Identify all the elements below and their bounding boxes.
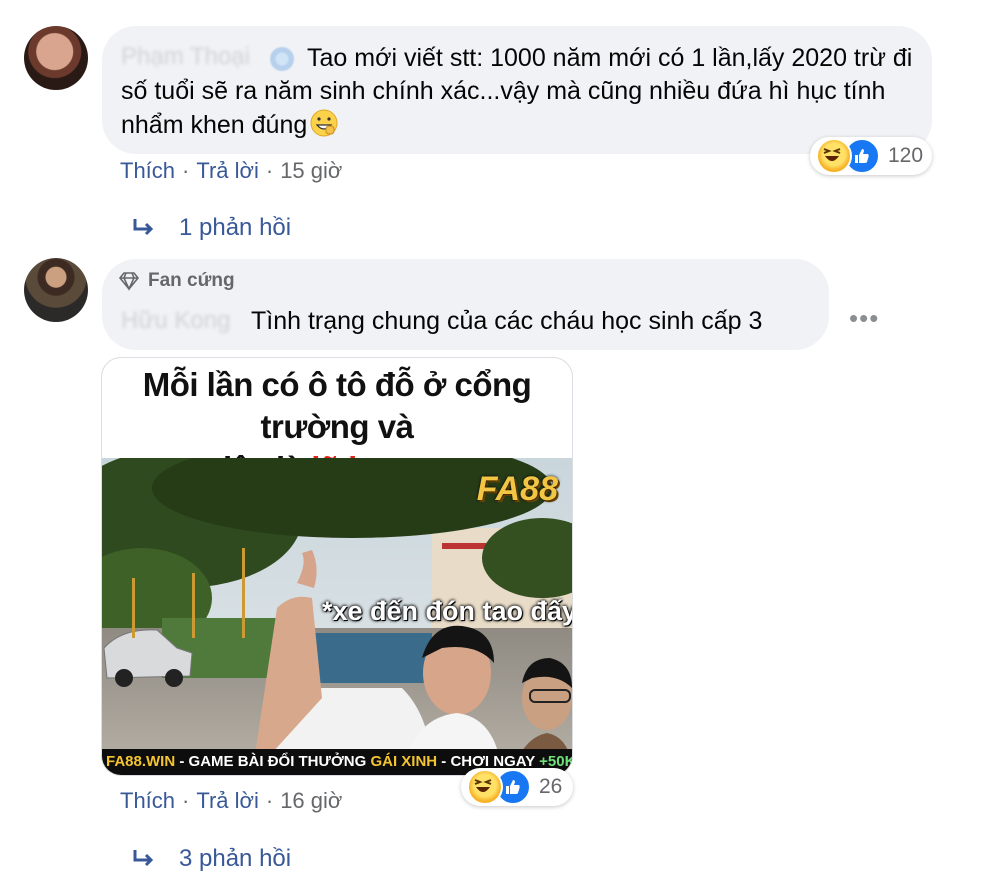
comment-image[interactable]: Mỗi lần có ô tô đỗ ở cổng trường và đây … bbox=[101, 357, 573, 776]
comment-text-body: Tao mới viết stt: 1000 năm mới có 1 lần,… bbox=[121, 44, 913, 139]
meme-overlay-caption: *xe đến đón tao đấy bbox=[322, 596, 572, 626]
reactions-summary[interactable]: 26 bbox=[461, 768, 573, 806]
comment-actions: Thích · Trả lời · 16 giờ bbox=[120, 788, 342, 814]
diamond-badge-icon bbox=[118, 272, 140, 291]
comment-text: Tao mới viết stt: 1000 năm mới có 1 lần,… bbox=[121, 42, 921, 142]
reply-link[interactable]: Trả lời bbox=[196, 788, 259, 814]
reaction-count: 26 bbox=[539, 775, 563, 798]
meme-caption-line1: Mỗi lần có ô tô đỗ ở cổng trường và bbox=[142, 366, 532, 445]
like-link[interactable]: Thích bbox=[120, 158, 175, 184]
comment-author[interactable]: Hữu Kong bbox=[121, 307, 230, 335]
separator: · bbox=[182, 788, 190, 813]
comment-text: Tình trạng chung của các cháu học sinh c… bbox=[251, 307, 763, 335]
badge-label: Fan cứng bbox=[148, 270, 235, 291]
avatar[interactable] bbox=[24, 258, 88, 322]
grinning-emoji-icon bbox=[310, 109, 338, 137]
haha-reaction-icon bbox=[816, 138, 852, 174]
more-options-icon[interactable]: ••• bbox=[849, 303, 879, 334]
view-replies-button[interactable]: 3 phản hồi bbox=[131, 845, 291, 873]
separator: · bbox=[265, 788, 274, 813]
meme-caption: Mỗi lần có ô tô đỗ ở cổng trường và đây … bbox=[102, 358, 572, 487]
comment-actions: Thích · Trả lời · 15 giờ bbox=[120, 158, 342, 184]
avatar[interactable] bbox=[24, 26, 88, 90]
timestamp[interactable]: 16 giờ bbox=[280, 788, 342, 814]
replies-count-label: 1 phản hồi bbox=[179, 214, 292, 241]
fa88-logo: FA88 bbox=[476, 470, 558, 508]
separator: · bbox=[182, 158, 190, 183]
fan-badge: Fan cứng bbox=[118, 270, 235, 292]
banner-highlight: GÁI XINH bbox=[370, 753, 438, 770]
meme-photo: FA88 *xe đến đón tao đấy FA88.WIN - GAME… bbox=[102, 458, 572, 775]
banner-site: FA88.WIN bbox=[106, 753, 176, 770]
replies-count-label: 3 phản hồi bbox=[179, 845, 292, 872]
reply-arrow-icon bbox=[133, 219, 154, 236]
separator: · bbox=[265, 158, 274, 183]
like-link[interactable]: Thích bbox=[120, 788, 175, 814]
haha-reaction-icon bbox=[467, 769, 503, 805]
banner-text: - GAME BÀI ĐỔI THƯỞNG bbox=[179, 753, 367, 770]
reply-arrow-icon bbox=[133, 850, 154, 867]
reaction-count: 120 bbox=[888, 144, 924, 167]
view-replies-button[interactable]: 1 phản hồi bbox=[131, 214, 291, 242]
reply-link[interactable]: Trả lời bbox=[196, 158, 259, 184]
reactions-summary[interactable]: 120 bbox=[810, 137, 932, 175]
timestamp[interactable]: 15 giờ bbox=[280, 158, 342, 184]
